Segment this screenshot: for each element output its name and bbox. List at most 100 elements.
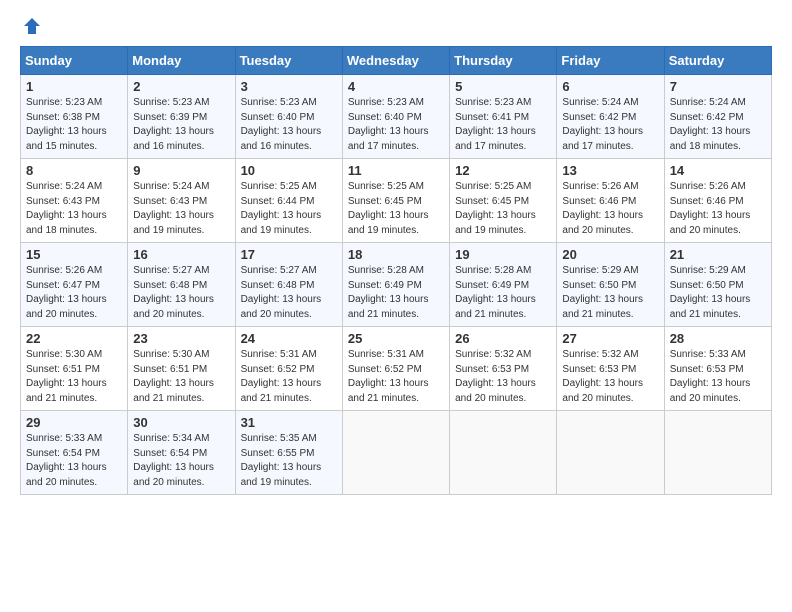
day-number: 2 [133, 79, 229, 94]
day-info: Sunrise: 5:23 AM Sunset: 6:41 PM Dayligh… [455, 96, 551, 154]
day-number: 17 [241, 247, 337, 262]
day-number: 28 [670, 331, 766, 346]
calendar-cell: 26Sunrise: 5:32 AM Sunset: 6:53 PM Dayli… [450, 327, 557, 411]
day-header-sunday: Sunday [21, 47, 128, 75]
calendar-week-5: 29 Sunrise: 5:33 AM Sunset: 6:54 PM Dayli… [21, 411, 772, 495]
day-info: Sunrise: 5:25 AM Sunset: 6:45 PM Dayligh… [348, 180, 444, 238]
calendar-cell: 27Sunrise: 5:32 AM Sunset: 6:53 PM Dayli… [557, 327, 664, 411]
calendar-cell: 22 Sunrise: 5:30 AM Sunset: 6:51 PM Dayli… [21, 327, 128, 411]
day-number: 24 [241, 331, 337, 346]
day-number: 16 [133, 247, 229, 262]
calendar-cell: 28 Sunrise: 5:33 AM Sunset: 6:53 PM Dayli… [664, 327, 771, 411]
day-number: 23 [133, 331, 229, 346]
calendar-cell: 6Sunrise: 5:24 AM Sunset: 6:42 PM Daylig… [557, 75, 664, 159]
day-number: 11 [348, 163, 444, 178]
day-number: 15 [26, 247, 122, 262]
day-number: 30 [133, 415, 229, 430]
day-info: Sunrise: 5:35 AM Sunset: 6:55 PM Dayligh… [241, 432, 337, 490]
calendar-cell: 29 Sunrise: 5:33 AM Sunset: 6:54 PM Dayli… [21, 411, 128, 495]
day-info: Sunrise: 5:27 AM Sunset: 6:48 PM Dayligh… [133, 264, 229, 322]
calendar-week-4: 22 Sunrise: 5:30 AM Sunset: 6:51 PM Dayli… [21, 327, 772, 411]
calendar-cell: 23 Sunrise: 5:30 AM Sunset: 6:51 PM Dayli… [128, 327, 235, 411]
day-header-thursday: Thursday [450, 47, 557, 75]
day-header-saturday: Saturday [664, 47, 771, 75]
day-number: 31 [241, 415, 337, 430]
day-number: 19 [455, 247, 551, 262]
calendar-cell: 18Sunrise: 5:28 AM Sunset: 6:49 PM Dayli… [342, 243, 449, 327]
day-number: 14 [670, 163, 766, 178]
calendar-cell: 19 Sunrise: 5:28 AM Sunset: 6:49 PM Dayli… [450, 243, 557, 327]
day-info: Sunrise: 5:30 AM Sunset: 6:51 PM Dayligh… [26, 348, 122, 406]
day-info: Sunrise: 5:28 AM Sunset: 6:49 PM Dayligh… [455, 264, 551, 322]
day-info: Sunrise: 5:27 AM Sunset: 6:48 PM Dayligh… [241, 264, 337, 322]
day-number: 9 [133, 163, 229, 178]
day-number: 8 [26, 163, 122, 178]
calendar-cell: 31 Sunrise: 5:35 AM Sunset: 6:55 PM Dayli… [235, 411, 342, 495]
day-info: Sunrise: 5:32 AM Sunset: 6:53 PM Dayligh… [562, 348, 658, 406]
calendar-week-3: 15 Sunrise: 5:26 AM Sunset: 6:47 PM Dayli… [21, 243, 772, 327]
calendar-cell [450, 411, 557, 495]
calendar-cell: 25 Sunrise: 5:31 AM Sunset: 6:52 PM Dayli… [342, 327, 449, 411]
day-number: 21 [670, 247, 766, 262]
day-info: Sunrise: 5:31 AM Sunset: 6:52 PM Dayligh… [348, 348, 444, 406]
calendar-cell [557, 411, 664, 495]
calendar-cell [664, 411, 771, 495]
calendar-cell: 8Sunrise: 5:24 AM Sunset: 6:43 PM Daylig… [21, 159, 128, 243]
day-number: 13 [562, 163, 658, 178]
calendar-week-2: 8Sunrise: 5:24 AM Sunset: 6:43 PM Daylig… [21, 159, 772, 243]
day-info: Sunrise: 5:26 AM Sunset: 6:47 PM Dayligh… [26, 264, 122, 322]
day-info: Sunrise: 5:31 AM Sunset: 6:52 PM Dayligh… [241, 348, 337, 406]
day-number: 7 [670, 79, 766, 94]
day-info: Sunrise: 5:24 AM Sunset: 6:42 PM Dayligh… [562, 96, 658, 154]
day-info: Sunrise: 5:23 AM Sunset: 6:38 PM Dayligh… [26, 96, 122, 154]
calendar-header-row: SundayMondayTuesdayWednesdayThursdayFrid… [21, 47, 772, 75]
day-info: Sunrise: 5:29 AM Sunset: 6:50 PM Dayligh… [562, 264, 658, 322]
day-number: 22 [26, 331, 122, 346]
day-number: 4 [348, 79, 444, 94]
day-info: Sunrise: 5:33 AM Sunset: 6:53 PM Dayligh… [670, 348, 766, 406]
calendar-cell: 10Sunrise: 5:25 AM Sunset: 6:44 PM Dayli… [235, 159, 342, 243]
header [20, 16, 772, 36]
day-header-wednesday: Wednesday [342, 47, 449, 75]
day-info: Sunrise: 5:30 AM Sunset: 6:51 PM Dayligh… [133, 348, 229, 406]
calendar-cell: 24 Sunrise: 5:31 AM Sunset: 6:52 PM Dayli… [235, 327, 342, 411]
calendar-cell: 14Sunrise: 5:26 AM Sunset: 6:46 PM Dayli… [664, 159, 771, 243]
day-info: Sunrise: 5:24 AM Sunset: 6:42 PM Dayligh… [670, 96, 766, 154]
day-info: Sunrise: 5:29 AM Sunset: 6:50 PM Dayligh… [670, 264, 766, 322]
day-number: 3 [241, 79, 337, 94]
day-number: 26 [455, 331, 551, 346]
day-info: Sunrise: 5:23 AM Sunset: 6:39 PM Dayligh… [133, 96, 229, 154]
calendar-cell: 21 Sunrise: 5:29 AM Sunset: 6:50 PM Dayli… [664, 243, 771, 327]
calendar-cell: 15 Sunrise: 5:26 AM Sunset: 6:47 PM Dayli… [21, 243, 128, 327]
calendar-cell: 4Sunrise: 5:23 AM Sunset: 6:40 PM Daylig… [342, 75, 449, 159]
day-info: Sunrise: 5:33 AM Sunset: 6:54 PM Dayligh… [26, 432, 122, 490]
day-info: Sunrise: 5:23 AM Sunset: 6:40 PM Dayligh… [241, 96, 337, 154]
logo [20, 16, 42, 36]
calendar-table: SundayMondayTuesdayWednesdayThursdayFrid… [20, 46, 772, 495]
day-number: 20 [562, 247, 658, 262]
calendar-cell: 13 Sunrise: 5:26 AM Sunset: 6:46 PM Dayli… [557, 159, 664, 243]
calendar-cell: 3 Sunrise: 5:23 AM Sunset: 6:40 PM Daylig… [235, 75, 342, 159]
calendar-page: SundayMondayTuesdayWednesdayThursdayFrid… [0, 0, 792, 612]
calendar-cell: 9Sunrise: 5:24 AM Sunset: 6:43 PM Daylig… [128, 159, 235, 243]
day-number: 18 [348, 247, 444, 262]
day-number: 12 [455, 163, 551, 178]
calendar-cell: 20 Sunrise: 5:29 AM Sunset: 6:50 PM Dayli… [557, 243, 664, 327]
day-info: Sunrise: 5:25 AM Sunset: 6:45 PM Dayligh… [455, 180, 551, 238]
day-number: 25 [348, 331, 444, 346]
calendar-cell: 30 Sunrise: 5:34 AM Sunset: 6:54 PM Dayli… [128, 411, 235, 495]
logo-icon [22, 16, 42, 36]
calendar-cell: 11 Sunrise: 5:25 AM Sunset: 6:45 PM Dayli… [342, 159, 449, 243]
calendar-cell [342, 411, 449, 495]
calendar-cell: 12 Sunrise: 5:25 AM Sunset: 6:45 PM Dayli… [450, 159, 557, 243]
calendar-cell: 17 Sunrise: 5:27 AM Sunset: 6:48 PM Dayli… [235, 243, 342, 327]
day-info: Sunrise: 5:34 AM Sunset: 6:54 PM Dayligh… [133, 432, 229, 490]
day-number: 10 [241, 163, 337, 178]
day-number: 29 [26, 415, 122, 430]
day-header-monday: Monday [128, 47, 235, 75]
day-info: Sunrise: 5:26 AM Sunset: 6:46 PM Dayligh… [562, 180, 658, 238]
calendar-cell: 16 Sunrise: 5:27 AM Sunset: 6:48 PM Dayli… [128, 243, 235, 327]
day-number: 5 [455, 79, 551, 94]
calendar-cell: 1Sunrise: 5:23 AM Sunset: 6:38 PM Daylig… [21, 75, 128, 159]
calendar-cell: 7 Sunrise: 5:24 AM Sunset: 6:42 PM Daylig… [664, 75, 771, 159]
